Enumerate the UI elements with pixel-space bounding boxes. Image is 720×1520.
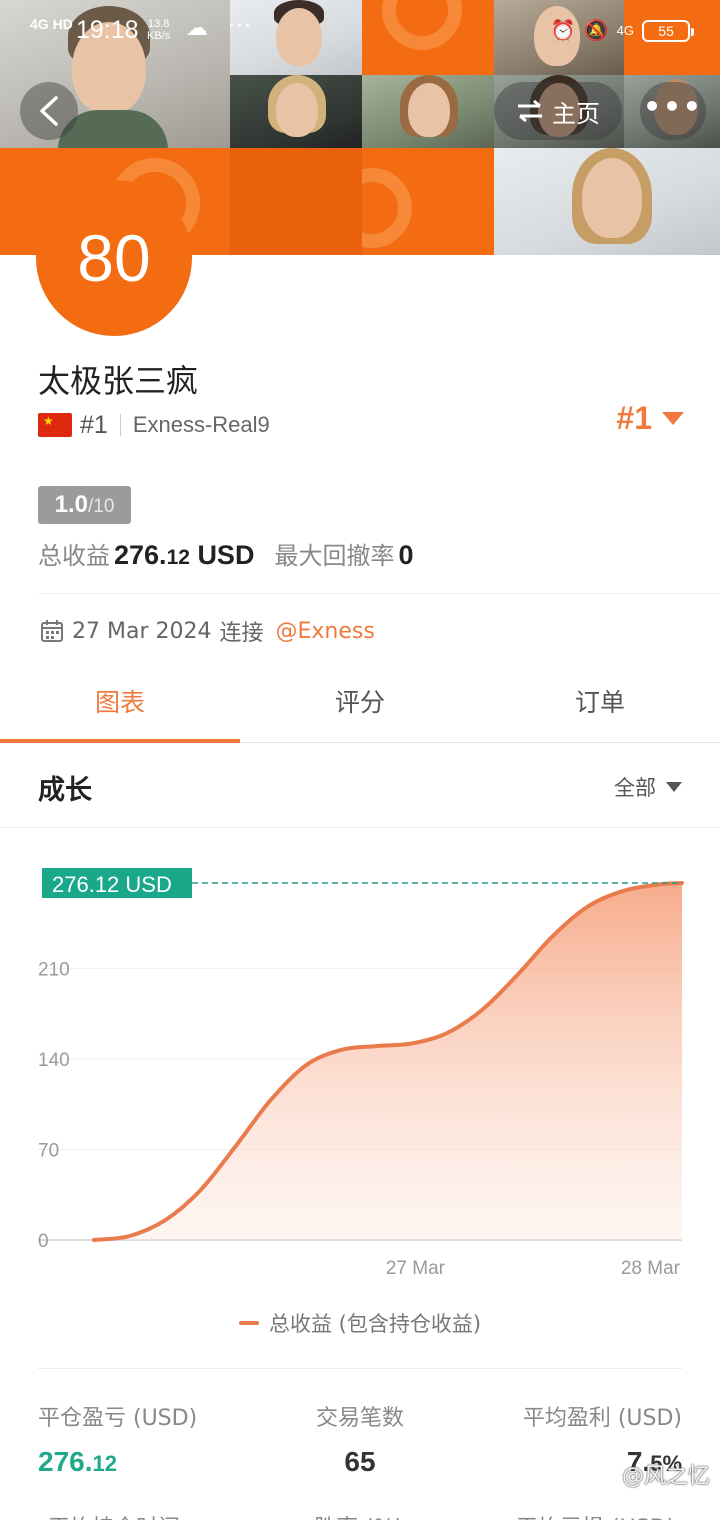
x-tick-label: 28 Mar bbox=[621, 1258, 681, 1279]
closed-pnl-int: 276. bbox=[38, 1446, 93, 1477]
banner-tile-pattern-5 bbox=[362, 148, 494, 255]
avg-profit-label: 平均盈利 (USD) bbox=[522, 1406, 682, 1431]
legend-label: 总收益 (包含持仓收益) bbox=[268, 1312, 482, 1336]
tab-bar: 图表 评分 订单 bbox=[0, 665, 720, 743]
y-tick-label: 70 bbox=[38, 1141, 59, 1162]
banner-photo-8 bbox=[494, 148, 720, 255]
trader-name: 太极张三疯 bbox=[38, 362, 199, 400]
range-filter-label: 全部 bbox=[614, 776, 656, 800]
growth-chart: 0 70 140 210 27 Mar 28 Mar 276.12 USD bbox=[38, 868, 684, 1279]
watermark: @风之忆 bbox=[621, 1464, 710, 1489]
rank-dropdown[interactable]: #1 bbox=[616, 400, 684, 437]
last-value-label: 276.12 USD bbox=[52, 872, 172, 897]
closed-pnl-label: 平仓盈亏 (USD) bbox=[38, 1406, 198, 1431]
battery-icon: 55 bbox=[642, 19, 694, 42]
max-drawdown-label: 最大回撤率 bbox=[274, 542, 395, 570]
avg-hold-time-label: 平均持仓时间 bbox=[48, 1510, 180, 1520]
speed-value: 13.8 bbox=[147, 18, 170, 30]
back-button[interactable] bbox=[20, 82, 78, 140]
connection-info: 27 Mar 2024 连接 @Exness bbox=[40, 614, 375, 648]
cloud-icon: ☁ bbox=[186, 16, 208, 41]
section-title: 成长 bbox=[38, 775, 92, 806]
more-notifications: ··· bbox=[228, 14, 252, 39]
rank-dropdown-label: #1 bbox=[616, 400, 652, 436]
speed-unit: KB/s bbox=[147, 30, 171, 42]
tab-chart[interactable]: 图表 bbox=[0, 665, 240, 743]
more-options-button[interactable]: ••• bbox=[640, 82, 706, 140]
home-button[interactable]: 主页 bbox=[494, 82, 622, 140]
broker-link[interactable]: @Exness bbox=[276, 619, 375, 644]
x-tick-label: 27 Mar bbox=[386, 1258, 446, 1279]
banner-tile-pattern-4 bbox=[230, 148, 362, 255]
tab-rating[interactable]: 评分 bbox=[240, 665, 480, 742]
divider bbox=[38, 1368, 682, 1369]
chart-legend: 总收益 (包含持仓收益) bbox=[0, 1308, 720, 1338]
total-profit-int: 276. bbox=[114, 540, 167, 570]
ellipsis-icon: ••• bbox=[643, 90, 703, 123]
alarm-icon: ⏰ bbox=[550, 20, 576, 42]
legend-swatch bbox=[238, 1321, 259, 1325]
banner-photo-5 bbox=[362, 75, 494, 148]
meta-separator bbox=[119, 414, 121, 436]
connect-label: 连接 bbox=[219, 621, 264, 646]
network-indicator: 4G HD bbox=[30, 16, 73, 32]
score-badge: 80 bbox=[36, 180, 192, 336]
home-label: 主页 bbox=[552, 99, 600, 128]
total-profit-dec: 12 bbox=[166, 546, 190, 569]
trades-label: 交易笔数 bbox=[315, 1406, 404, 1431]
network-right: 4G bbox=[616, 23, 634, 38]
closed-pnl-stat: 平仓盈亏 (USD) 276.12 bbox=[38, 1400, 197, 1478]
china-flag-icon: ★ bbox=[38, 413, 72, 437]
max-drawdown-value: 0 bbox=[398, 540, 414, 570]
calendar-icon bbox=[41, 620, 63, 642]
y-tick-label: 0 bbox=[38, 1231, 49, 1252]
rating-badge: 1.0/10 bbox=[38, 486, 131, 524]
network-speed: 13.8 KB/s bbox=[147, 18, 170, 42]
range-filter-dropdown[interactable]: 全部 bbox=[614, 772, 682, 802]
total-profit-unit: USD bbox=[197, 540, 255, 570]
caret-down-icon bbox=[662, 411, 684, 425]
status-right: ⏰ 🔕 4G 55 bbox=[550, 18, 694, 43]
closed-pnl-dec: 12 bbox=[92, 1451, 117, 1476]
banner-photo-4 bbox=[230, 75, 362, 148]
trades-value: 65 bbox=[344, 1446, 376, 1477]
caret-down-icon bbox=[666, 782, 682, 792]
trader-rank: #1 bbox=[80, 410, 108, 439]
y-tick-label: 140 bbox=[38, 1050, 70, 1071]
divider bbox=[38, 593, 720, 594]
trading-server: Exness-Real9 bbox=[132, 412, 270, 437]
stats-row-2: 平均持仓时间 胜率 (%) 平均亏损 (USD) bbox=[0, 1506, 720, 1520]
rating-max: /10 bbox=[87, 496, 115, 517]
total-profit-label: 总收益 bbox=[38, 542, 110, 570]
trader-meta: ★ #1 Exness-Real9 bbox=[38, 408, 270, 442]
status-bar: 4G HD 19:18 13.8 KB/s ☁ ··· ⏰ 🔕 4G 55 bbox=[0, 0, 720, 62]
rating-value: 1.0 bbox=[54, 491, 88, 518]
tab-orders[interactable]: 订单 bbox=[480, 665, 720, 742]
switch-icon bbox=[518, 100, 542, 122]
closed-pnl-value: 276.12 bbox=[38, 1446, 197, 1478]
mute-bell-icon: 🔕 bbox=[583, 20, 609, 42]
connect-date: 27 Mar 2024 bbox=[72, 618, 212, 644]
y-tick-label: 210 bbox=[38, 960, 70, 981]
avg-loss-label: 平均亏损 (USD) bbox=[516, 1510, 675, 1520]
win-rate-label: 胜率 (%) bbox=[314, 1510, 403, 1520]
clock: 19:18 bbox=[76, 16, 139, 44]
trades-stat: 交易笔数 65 bbox=[300, 1400, 420, 1478]
growth-section-header: 成长 全部 bbox=[0, 744, 720, 828]
total-profit-value: 276.12 USD bbox=[114, 540, 254, 571]
series-area bbox=[94, 883, 682, 1240]
chevron-left-icon bbox=[40, 96, 58, 126]
profit-summary: 总收益 276.12 USD 最大回撤率 0 bbox=[38, 536, 413, 576]
